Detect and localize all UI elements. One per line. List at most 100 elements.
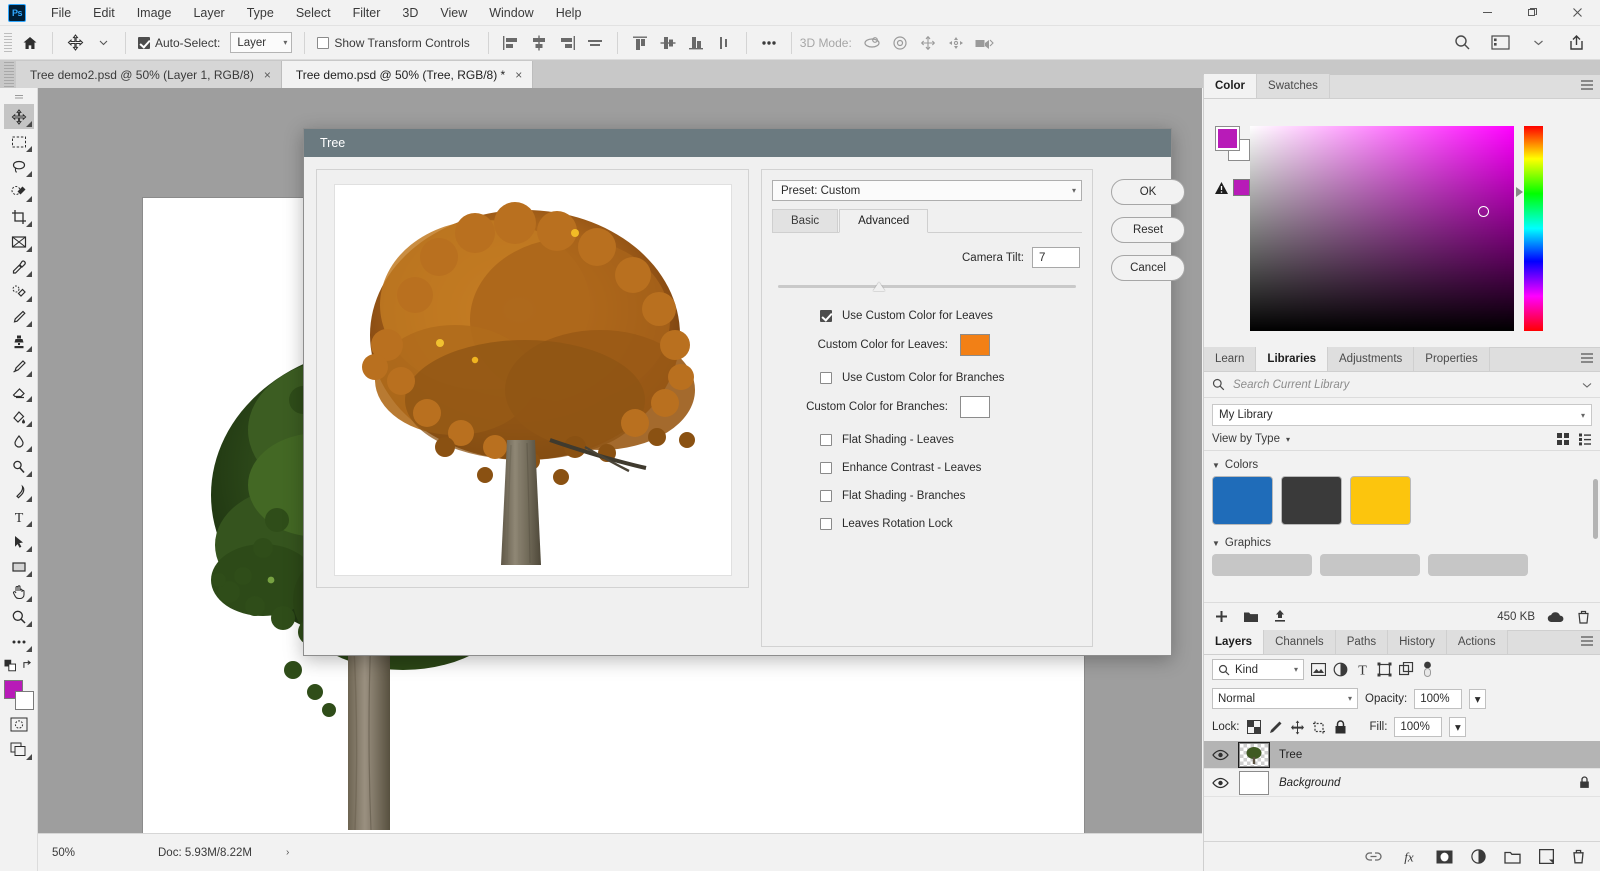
panel-menu-icon[interactable] [1580,635,1594,647]
tree-dialog-title-bar[interactable]: Tree [304,129,1171,157]
slide-3d-icon[interactable] [942,30,970,56]
background-color-swatch[interactable] [14,691,34,710]
panel-menu-icon[interactable] [1580,352,1594,364]
align-right-edges-icon[interactable] [553,30,581,56]
move-tool-icon[interactable] [61,30,89,56]
type-layers-filter-icon[interactable]: T [1355,662,1370,678]
camera-tilt-slider[interactable] [778,280,1076,294]
foreground-background-color[interactable] [3,680,34,710]
close-icon[interactable]: × [515,68,522,82]
library-graphic-item[interactable] [1212,554,1312,576]
layer-visibility-icon[interactable] [1212,749,1229,761]
use-custom-color-leaves-checkbox[interactable] [820,310,832,322]
reset-button[interactable]: Reset [1111,217,1185,243]
show-transform-checkbox-box[interactable] [317,36,330,49]
roll-3d-icon[interactable] [886,30,914,56]
auto-select-scope-select[interactable]: Layer ▾ [230,32,293,53]
align-vertical-centers-icon[interactable] [654,30,682,56]
disclosure-triangle-icon[interactable]: ▼ [1212,461,1220,470]
move-tool[interactable] [3,104,34,129]
use-custom-color-branches-checkbox[interactable] [820,372,832,384]
menu-edit[interactable]: Edit [82,2,126,24]
option-use-custom-color-leaves[interactable]: Use Custom Color for Leaves [774,310,1080,322]
camera-3d-icon[interactable] [970,30,998,56]
tree-dialog[interactable]: Tree Preset: Custom ▾ Basic Advanced Cam… [303,128,1185,656]
tool-preset-chevron-icon[interactable] [89,30,117,56]
shape-layers-filter-icon[interactable] [1377,662,1392,677]
new-layer-icon[interactable] [1539,849,1554,864]
status-expand-icon[interactable]: › [286,847,289,858]
tab-advanced[interactable]: Advanced [839,209,929,233]
tab-paths[interactable]: Paths [1335,630,1389,654]
library-graphic-item[interactable] [1320,554,1420,576]
enhance-contrast-leaves-checkbox[interactable] [820,462,832,474]
distribute-vertical-icon[interactable] [710,30,738,56]
spot-healing-brush-tool[interactable] [4,279,34,304]
dodge-tool[interactable] [4,454,34,479]
search-icon[interactable] [1448,30,1476,56]
layer-visibility-icon[interactable] [1212,777,1229,789]
adjustment-layers-filter-icon[interactable] [1333,662,1348,677]
layer-name[interactable]: Tree [1279,749,1302,761]
eraser-tool[interactable] [4,379,34,404]
new-library-icon[interactable] [1243,610,1259,623]
chevron-down-icon[interactable] [1582,381,1592,389]
rectangle-tool[interactable] [4,554,34,579]
screen-mode-icon[interactable] [4,737,34,762]
flat-shading-branches-checkbox[interactable] [820,490,832,502]
tab-adjustments[interactable]: Adjustments [1328,347,1415,371]
align-top-edges-icon[interactable] [626,30,654,56]
eyedropper-tool[interactable] [4,254,34,279]
tab-actions[interactable]: Actions [1446,630,1508,654]
list-view-icon[interactable] [1578,432,1592,446]
show-transform-controls-checkbox[interactable]: Show Transform Controls [317,36,475,50]
lock-transparent-pixels-icon[interactable] [1246,720,1261,734]
align-left-edges-icon[interactable] [497,30,525,56]
foreground-color-swatch[interactable] [1215,126,1240,151]
pen-tool[interactable] [4,479,34,504]
zoom-tool[interactable] [4,604,34,629]
add-content-icon[interactable] [1214,609,1229,624]
tab-layers[interactable]: Layers [1204,630,1265,654]
default-and-swap-colors[interactable] [3,654,34,676]
tab-channels[interactable]: Channels [1264,630,1336,654]
library-color-swatch[interactable] [1212,476,1273,525]
chevron-down-icon[interactable]: ▾ [1286,435,1290,444]
delete-layer-icon[interactable] [1572,849,1585,864]
type-tool[interactable]: T [4,504,34,529]
filter-toggle-icon[interactable] [1421,661,1434,679]
layer-mask-icon[interactable] [1436,850,1453,864]
document-tab-tree-demo2[interactable]: Tree demo2.psd @ 50% (Layer 1, RGB/8) × [16,61,282,88]
link-layers-icon[interactable] [1365,851,1382,862]
option-use-custom-color-branches[interactable]: Use Custom Color for Branches [774,372,1080,384]
options-bar-grip[interactable] [4,32,12,53]
auto-select-checkbox[interactable]: Auto-Select: [138,36,226,50]
tab-swatches[interactable]: Swatches [1257,74,1330,98]
option-flat-shading-branches[interactable]: Flat Shading - Branches [774,490,1080,502]
adjustment-layer-icon[interactable] [1471,849,1486,864]
tab-libraries[interactable]: Libraries [1256,347,1328,371]
frame-tool[interactable] [4,229,34,254]
share-icon[interactable] [1562,30,1590,56]
leaves-rotation-lock-checkbox[interactable] [820,518,832,530]
minimize-icon[interactable] [1465,0,1510,26]
menu-help[interactable]: Help [545,2,593,24]
lock-position-icon[interactable] [1290,720,1305,735]
clone-stamp-tool[interactable] [4,329,34,354]
menu-view[interactable]: View [429,2,478,24]
lock-all-icon[interactable] [1334,719,1347,735]
preset-select[interactable]: Preset: Custom ▾ [772,180,1082,201]
fill-scrubber-chevron-icon[interactable]: ▾ [1449,717,1467,737]
chevron-down-icon[interactable] [1524,30,1552,56]
toolbar-grip[interactable] [4,90,34,104]
lock-image-pixels-icon[interactable] [1268,720,1283,735]
lock-artboard-icon[interactable] [1312,720,1327,735]
hand-tool[interactable] [4,579,34,604]
distribute-horizontal-icon[interactable] [581,30,609,56]
tab-learn[interactable]: Learn [1204,347,1257,371]
new-group-icon[interactable] [1504,850,1521,864]
hue-slider[interactable] [1524,126,1543,331]
menu-filter[interactable]: Filter [342,2,392,24]
panel-menu-icon[interactable] [1580,79,1594,91]
color-panel-swatches[interactable] [1215,126,1250,161]
